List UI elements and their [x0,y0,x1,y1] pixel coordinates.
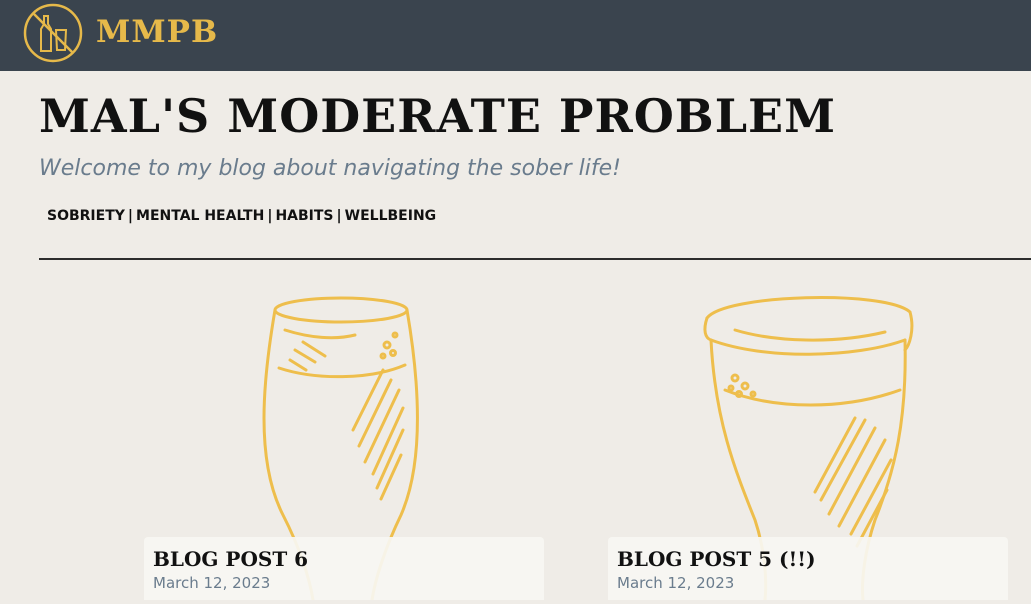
topic-separator: | [336,208,342,224]
blog-post-card[interactable]: BLOG POST 6 March 12, 2023 [144,537,544,600]
section-divider [39,258,1031,260]
post-title[interactable]: BLOG POST 5 (!!) [617,546,816,572]
topic-link-wellbeing[interactable]: WELLBEING [345,208,437,224]
top-header: MMPB [0,0,1031,71]
post-date: March 12, 2023 [617,574,735,592]
brand-logo-text[interactable]: MMPB [96,12,218,52]
no-alcohol-icon[interactable] [22,2,84,64]
page-subtitle: Welcome to my blog about navigating the … [39,156,621,181]
topic-separator: | [127,208,134,224]
post-date: March 12, 2023 [153,574,271,592]
topic-link-habits[interactable]: HABITS [275,208,333,224]
blog-post-card[interactable]: BLOG POST 5 (!!) March 12, 2023 [608,537,1008,600]
post-title[interactable]: BLOG POST 6 [153,546,308,572]
topic-link-sobriety[interactable]: SOBRIETY [47,208,125,224]
page-title: MAL'S MODERATE PROBLEM [39,89,837,143]
topic-separator: | [267,208,273,224]
topic-link-mental-health[interactable]: MENTAL HEALTH [136,208,264,224]
topic-nav: SOBRIETY | MENTAL HEALTH | HABITS | WELLBEING [47,205,436,227]
